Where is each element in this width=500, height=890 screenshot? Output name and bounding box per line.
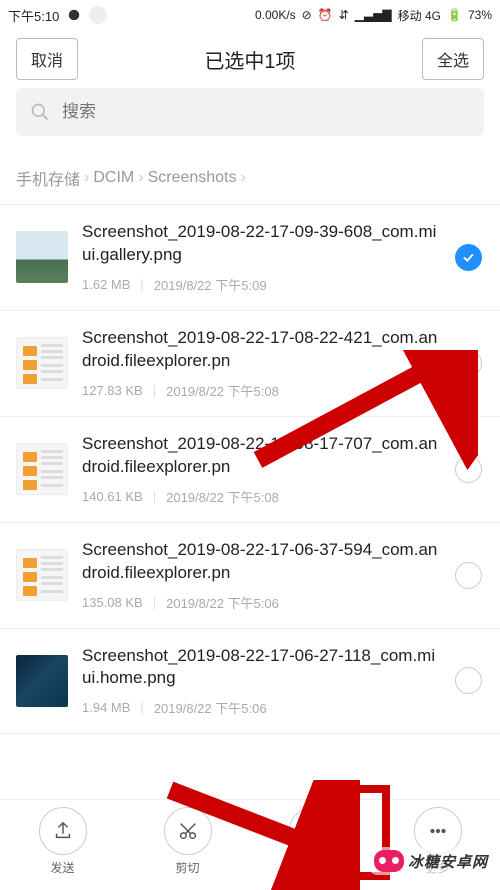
qq-app-icon	[65, 6, 83, 24]
file-thumbnail	[16, 443, 68, 495]
send-action[interactable]: 发送	[39, 807, 87, 876]
alarm-icon: ⏰	[318, 8, 333, 22]
file-size: 140.61 KB	[82, 489, 143, 504]
breadcrumb-item[interactable]: DCIM›	[93, 169, 143, 187]
breadcrumb-item[interactable]: Screenshots›	[148, 169, 246, 187]
search-input[interactable]	[62, 102, 470, 122]
file-thumbnail	[16, 337, 68, 389]
send-label: 发送	[50, 859, 74, 876]
file-item[interactable]: Screenshot_2019-08-22-17-06-37-594_com.a…	[0, 523, 500, 629]
file-date: 2019/8/22 下午5:09	[154, 275, 267, 294]
more-icon	[427, 820, 449, 842]
alarm-off-icon: ⊘	[302, 8, 312, 22]
watermark-icon	[374, 850, 404, 872]
file-name: Screenshot_2019-08-22-17-08-22-421_com.a…	[82, 327, 441, 373]
net-speed: 0.00K/s	[255, 8, 296, 22]
file-thumbnail	[16, 549, 68, 601]
breadcrumb-item[interactable]: 手机存储›	[16, 166, 89, 190]
search-box[interactable]	[16, 88, 484, 136]
chevron-right-icon: ›	[84, 169, 89, 187]
file-thumbnail	[16, 231, 68, 283]
panda-app-icon	[89, 6, 107, 24]
checkbox-unchecked[interactable]	[455, 667, 482, 694]
checkbox-unchecked[interactable]	[455, 350, 482, 377]
cancel-button[interactable]: 取消	[16, 38, 78, 80]
file-size: 127.83 KB	[82, 383, 143, 398]
file-list: Screenshot_2019-08-22-17-09-39-608_com.m…	[0, 204, 500, 734]
status-time: 下午5:10	[8, 6, 59, 25]
search-icon	[30, 102, 50, 122]
signal-bars-icon: ▁▃▅▇	[355, 8, 392, 22]
file-thumbnail	[16, 655, 68, 707]
chevron-right-icon: ›	[241, 169, 246, 187]
file-item[interactable]: Screenshot_2019-08-22-17-09-39-608_com.m…	[0, 204, 500, 311]
battery-percent: 73%	[468, 8, 492, 22]
checkbox-checked[interactable]	[455, 244, 482, 271]
cut-label: 剪切	[175, 859, 199, 876]
watermark-text: 冰糖安卓网	[408, 851, 488, 872]
file-name: Screenshot_2019-08-22-17-06-27-118_com.m…	[82, 645, 441, 691]
breadcrumb: 手机存储› DCIM› Screenshots›	[0, 148, 500, 204]
watermark: 冰糖安卓网	[368, 847, 494, 875]
checkbox-unchecked[interactable]	[455, 456, 482, 483]
status-bar: 下午5:10 0.00K/s ⊘ ⏰ ⇵ ▁▃▅▇ 移动 4G 🔋 73%	[0, 0, 500, 30]
file-item[interactable]: Screenshot_2019-08-22-17-08-22-421_com.a…	[0, 311, 500, 417]
carrier-label: 移动 4G	[398, 7, 441, 24]
file-name: Screenshot_2019-08-22-17-08-17-707_com.a…	[82, 433, 441, 479]
file-name: Screenshot_2019-08-22-17-06-37-594_com.a…	[82, 539, 441, 585]
trash-icon	[302, 820, 324, 842]
battery-icon: 🔋	[447, 8, 462, 22]
delete-action[interactable]: 删除	[289, 807, 337, 876]
delete-label: 删除	[300, 859, 324, 876]
signal-up-down-icon: ⇵	[339, 8, 349, 22]
file-size: 1.94 MB	[82, 700, 130, 715]
file-size: 135.08 KB	[82, 595, 143, 610]
file-date: 2019/8/22 下午5:08	[166, 381, 279, 400]
file-name: Screenshot_2019-08-22-17-09-39-608_com.m…	[82, 221, 441, 267]
chevron-right-icon: ›	[138, 169, 143, 187]
file-date: 2019/8/22 下午5:06	[154, 698, 267, 717]
file-item[interactable]: Screenshot_2019-08-22-17-06-27-118_com.m…	[0, 629, 500, 735]
scissors-icon	[177, 820, 199, 842]
cut-action[interactable]: 剪切	[164, 807, 212, 876]
page-title: 已选中1项	[204, 45, 295, 74]
checkbox-unchecked[interactable]	[455, 562, 482, 589]
file-item[interactable]: Screenshot_2019-08-22-17-08-17-707_com.a…	[0, 417, 500, 523]
select-all-button[interactable]: 全选	[422, 38, 484, 80]
share-icon	[52, 820, 74, 842]
title-bar: 取消 已选中1项 全选	[0, 30, 500, 88]
file-size: 1.62 MB	[82, 277, 130, 292]
file-date: 2019/8/22 下午5:06	[166, 593, 279, 612]
file-date: 2019/8/22 下午5:08	[166, 487, 279, 506]
bottom-toolbar: 发送 剪切 删除 更多	[0, 799, 500, 889]
